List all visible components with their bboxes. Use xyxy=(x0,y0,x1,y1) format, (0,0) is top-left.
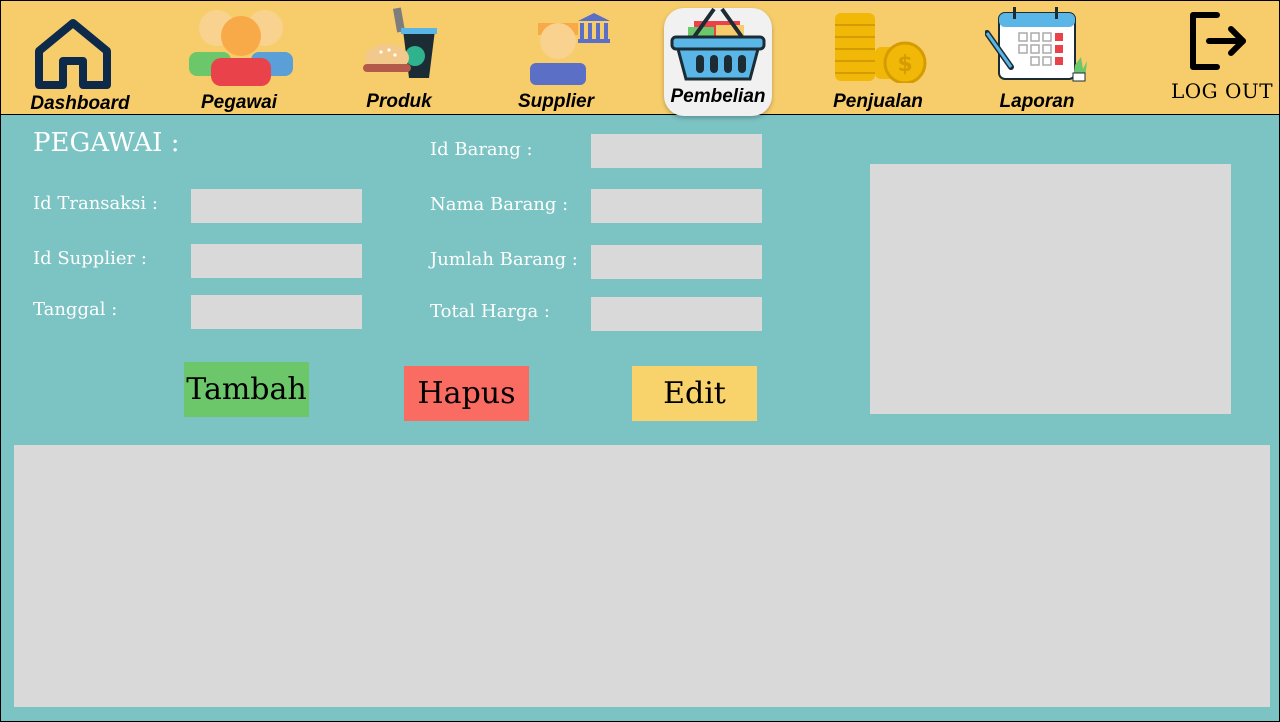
nama-barang-input[interactable] xyxy=(591,189,762,223)
food-product-icon xyxy=(363,7,437,78)
logout-button[interactable]: LOG OUT xyxy=(1161,1,1279,115)
employees-icon xyxy=(189,10,293,86)
nav-laporan[interactable]: Laporan xyxy=(981,1,1091,115)
logout-icon xyxy=(1190,12,1246,70)
jumlah-barang-input[interactable] xyxy=(591,245,762,279)
svg-text:$: $ xyxy=(897,52,912,77)
id-transaksi-label: Id Transaksi : xyxy=(33,193,158,214)
tambah-button[interactable]: Tambah xyxy=(184,362,309,417)
app-window: Dashboard Pegawai Produk Supplier Pembel… xyxy=(0,0,1280,722)
shopping-basket-icon xyxy=(670,7,766,81)
coins-icon: $ xyxy=(835,13,927,83)
top-nav-bar: Dashboard Pegawai Produk Supplier Pembel… xyxy=(1,1,1279,116)
home-icon xyxy=(35,19,111,89)
nav-pembelian-label: Pembelian xyxy=(670,86,766,107)
id-supplier-input[interactable] xyxy=(191,244,362,278)
nav-pembelian[interactable]: Pembelian xyxy=(664,1,772,115)
tanggal-input[interactable] xyxy=(191,295,362,329)
nav-penjualan[interactable]: $ Penjualan xyxy=(827,1,931,115)
total-harga-input[interactable] xyxy=(591,297,762,331)
nav-laporan-label: Laporan xyxy=(999,91,1075,112)
nav-pegawai-label: Pegawai xyxy=(200,92,278,113)
supplier-icon xyxy=(530,13,610,85)
preview-panel xyxy=(870,164,1231,414)
nav-produk-label: Produk xyxy=(366,91,432,112)
nav-supplier[interactable]: Supplier xyxy=(506,1,610,115)
logout-label: LOG OUT xyxy=(1171,79,1274,103)
nav-produk[interactable]: Produk xyxy=(351,1,451,115)
id-barang-label: Id Barang : xyxy=(430,139,533,160)
id-supplier-label: Id Supplier : xyxy=(33,248,147,269)
hapus-button[interactable]: Hapus xyxy=(404,366,529,421)
nav-supplier-label: Supplier xyxy=(517,91,595,112)
id-barang-input[interactable] xyxy=(591,134,762,168)
nama-barang-label: Nama Barang : xyxy=(430,194,569,215)
tanggal-label: Tanggal : xyxy=(33,299,118,320)
total-harga-label: Total Harga : xyxy=(430,301,550,322)
nav-pegawai[interactable]: Pegawai xyxy=(181,1,301,115)
calendar-report-icon xyxy=(985,7,1087,82)
jumlah-barang-label: Jumlah Barang : xyxy=(430,249,578,270)
data-table-area[interactable] xyxy=(14,445,1270,707)
nav-dashboard-label: Dashboard xyxy=(30,93,130,114)
edit-button[interactable]: Edit xyxy=(632,366,757,421)
id-transaksi-input[interactable] xyxy=(191,189,362,223)
section-title: PEGAWAI : xyxy=(33,128,180,158)
nav-dashboard[interactable]: Dashboard xyxy=(21,1,141,115)
nav-penjualan-label: Penjualan xyxy=(833,91,923,112)
